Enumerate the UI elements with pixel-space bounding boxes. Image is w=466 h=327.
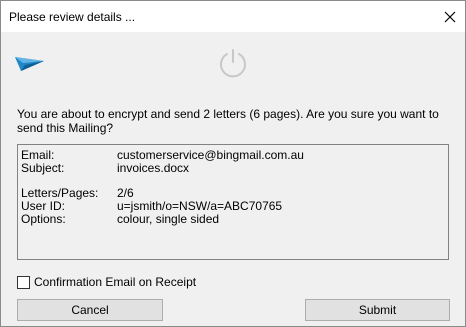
confirmation-email-label[interactable]: Confirmation Email on Receipt — [34, 275, 196, 289]
submit-button[interactable]: Submit — [305, 299, 450, 321]
userid-value: u=jsmith/o=NSW/a=ABC70765 — [117, 199, 283, 213]
paper-plane-icon — [15, 57, 44, 71]
dialog-title: Please review details ... — [9, 10, 136, 24]
header-band — [1, 32, 465, 97]
detail-row-subject: Subject: invoices.docx — [21, 162, 189, 175]
confirmation-email-option[interactable]: Confirmation Email on Receipt — [17, 275, 196, 289]
confirmation-message: You are about to encrypt and send 2 lett… — [17, 107, 439, 135]
options-value: colour, single sided — [117, 212, 220, 226]
confirmation-email-checkbox[interactable] — [17, 275, 30, 289]
power-icon — [220, 49, 246, 78]
letters-value: 2/6 — [117, 186, 134, 200]
details-box: Email: customerservice@bingmail.com.au Su… — [17, 144, 449, 260]
subject-value: invoices.docx — [117, 161, 190, 175]
cancel-button[interactable]: Cancel — [17, 299, 163, 321]
review-dialog: Please review details ... You are about … — [0, 0, 466, 327]
options-label: Options: — [21, 212, 66, 226]
detail-row-options: Options: colour, single sided — [21, 213, 219, 226]
title-bar: Please review details ... — [1, 1, 465, 32]
email-value: customerservice@bingmail.com.au — [117, 148, 304, 162]
close-button[interactable] — [435, 1, 465, 32]
subject-label: Subject: — [21, 161, 65, 175]
close-icon — [444, 11, 456, 22]
